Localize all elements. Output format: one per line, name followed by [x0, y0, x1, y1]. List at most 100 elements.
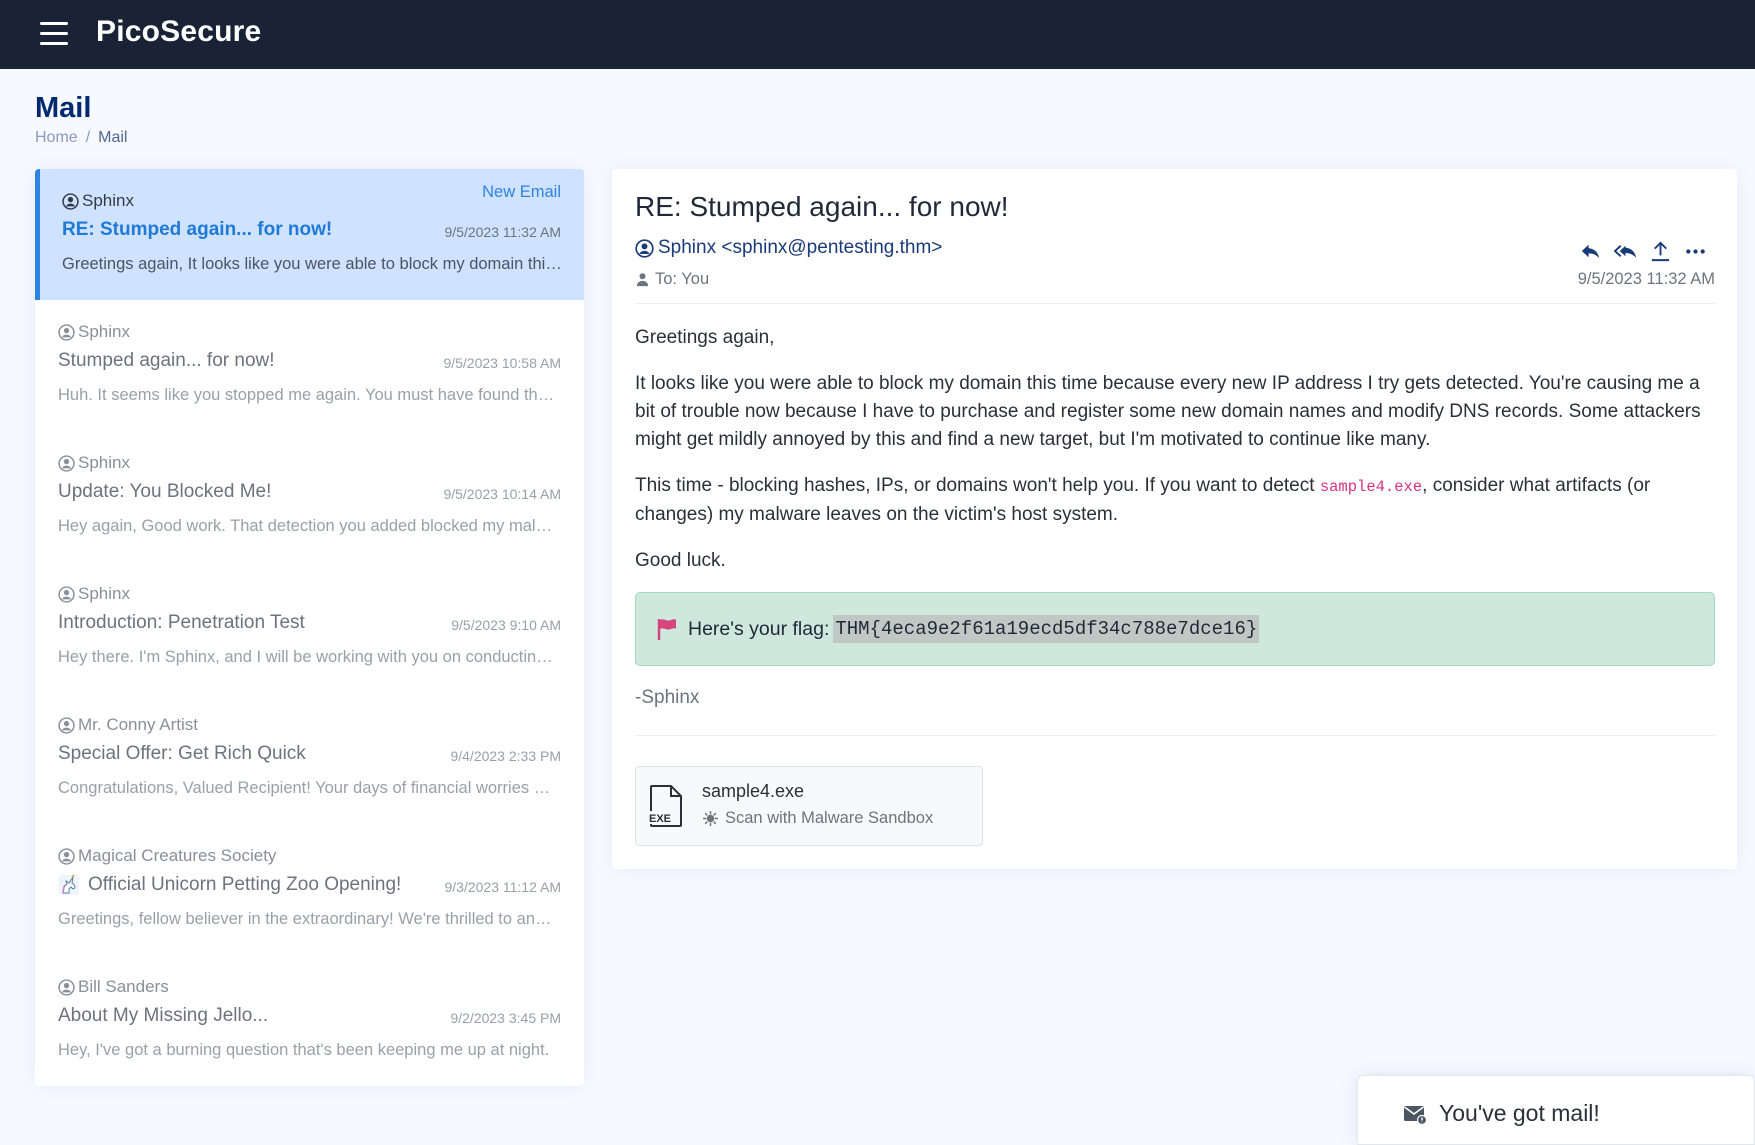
- email-subject-text: Official Unicorn Petting Zoo Opening!: [88, 874, 402, 895]
- email-sender: Sphinx: [58, 322, 130, 342]
- divider: [635, 735, 1715, 736]
- email-sender: Mr. Conny Artist: [58, 715, 198, 735]
- email-sender-name: Mr. Conny Artist: [78, 715, 198, 734]
- user-circle-icon: [58, 323, 75, 341]
- scan-sandbox-label: Scan with Malware Sandbox: [725, 809, 934, 827]
- message-text: This time - blocking hashes, IPs, or dom…: [635, 475, 1320, 496]
- email-preview: Greetings again, It looks like you were …: [62, 255, 562, 273]
- user-circle-icon: [58, 585, 75, 603]
- email-sender-name: Bill Sanders: [78, 977, 169, 996]
- email-date: 9/5/2023 10:58 AM: [443, 355, 561, 371]
- email-sender: Sphinx: [58, 453, 130, 473]
- email-date: 9/5/2023 10:14 AM: [443, 486, 561, 502]
- inline-code: sample4.exe: [1319, 478, 1423, 496]
- email-date: 9/4/2023 2:33 PM: [450, 748, 561, 764]
- attachment-card[interactable]: EXE sample4.exe Scan with Malware Sandbo…: [635, 766, 983, 846]
- user-circle-icon: [58, 847, 75, 865]
- forward-icon[interactable]: [1649, 240, 1672, 263]
- email-detail: RE: Stumped again... for now! Sphinx <sp…: [612, 169, 1737, 869]
- email-date: 9/3/2023 11:12 AM: [444, 879, 562, 895]
- top-navbar: PicoSecure: [0, 0, 1755, 69]
- email-list-item[interactable]: Sphinx Update: You Blocked Me! 9/5/2023 …: [35, 431, 584, 562]
- page-title: Mail: [35, 92, 92, 124]
- email-date: 9/5/2023 11:32 AM: [444, 224, 562, 240]
- virus-icon: [703, 811, 718, 826]
- message-closing: Good luck.: [635, 550, 726, 571]
- message-from: Sphinx <sphinx@pentesting.thm>: [635, 237, 942, 259]
- message-to: To: You: [635, 270, 709, 289]
- flag-icon: [657, 619, 676, 640]
- message-signature: -Sphinx: [635, 687, 700, 708]
- breadcrumb-home[interactable]: Home: [35, 129, 78, 146]
- email-sender-name: Sphinx: [82, 191, 134, 210]
- email-sender: Sphinx: [58, 584, 130, 604]
- email-sender-name: Sphinx: [78, 453, 130, 472]
- email-preview: Greetings, fellow believer in the extrao…: [58, 910, 558, 928]
- email-sender-name: Magical Creatures Society: [78, 846, 277, 865]
- person-icon: [636, 273, 649, 287]
- user-circle-icon: [58, 716, 75, 734]
- email-sender-name: Sphinx: [78, 584, 130, 603]
- user-circle-icon: [635, 238, 654, 258]
- email-list-item[interactable]: Bill Sanders About My Missing Jello... 9…: [35, 955, 584, 1086]
- email-list-item[interactable]: New Email Sphinx RE: Stumped again... fo…: [35, 169, 584, 300]
- email-subject: RE: Stumped again... for now!: [62, 219, 333, 240]
- breadcrumb-separator: /: [85, 129, 91, 146]
- email-date: 9/5/2023 9:10 AM: [451, 617, 561, 633]
- email-list-item[interactable]: Magical Creatures Society Official Unico…: [35, 824, 584, 955]
- breadcrumb: Home / Mail: [35, 129, 127, 147]
- user-circle-icon: [58, 454, 75, 472]
- email-list-item[interactable]: Sphinx Introduction: Penetration Test 9/…: [35, 562, 584, 693]
- toast-header: You've got mail!: [1403, 1100, 1600, 1127]
- new-mail-toast[interactable]: You've got mail!: [1357, 1075, 1755, 1145]
- email-sender: Sphinx: [62, 191, 134, 211]
- email-preview: Hey, I've got a burning question that's …: [58, 1041, 550, 1059]
- email-preview: Hey again, Good work. That detection you…: [58, 517, 558, 535]
- breadcrumb-current: Mail: [98, 129, 128, 146]
- message-date: 9/5/2023 11:32 AM: [1577, 270, 1715, 288]
- email-subject: Official Unicorn Petting Zoo Opening!: [58, 874, 401, 896]
- scan-sandbox-link[interactable]: Scan with Malware Sandbox: [702, 809, 933, 828]
- toast-title: You've got mail!: [1439, 1100, 1600, 1126]
- email-preview: Congratulations, Valued Recipient! Your …: [58, 779, 558, 797]
- message-body: Greetings again, It looks like you were …: [635, 324, 1715, 593]
- mail-notification-icon: [1404, 1105, 1427, 1125]
- message-paragraph: It looks like you were able to block my …: [635, 373, 1701, 450]
- email-date: 9/2/2023 3:45 PM: [450, 1010, 561, 1026]
- divider: [635, 303, 1715, 304]
- attachment-name[interactable]: sample4.exe: [702, 781, 804, 802]
- email-subject: Stumped again... for now!: [58, 350, 275, 371]
- reply-icon[interactable]: [1579, 240, 1602, 263]
- email-list-item[interactable]: Mr. Conny Artist Special Offer: Get Rich…: [35, 693, 584, 824]
- file-type-label: EXE: [649, 813, 671, 825]
- message-subject: RE: Stumped again... for now!: [635, 191, 1009, 222]
- message-from-text: Sphinx <sphinx@pentesting.thm>: [658, 237, 943, 258]
- message-actions: [1579, 240, 1707, 263]
- email-subject: Update: You Blocked Me!: [58, 481, 272, 502]
- exe-file-icon: EXE: [648, 785, 682, 827]
- brand-logo[interactable]: PicoSecure: [96, 15, 261, 49]
- flag-alert: Here's your flag: THM{4eca9e2f61a19ecd5d…: [635, 592, 1715, 666]
- email-sender: Bill Sanders: [58, 977, 169, 997]
- email-preview: Huh. It seems like you stopped me again.…: [58, 386, 558, 404]
- message-to-text: To: You: [655, 270, 710, 288]
- inbox-list: New Email Sphinx RE: Stumped again... fo…: [35, 169, 584, 1086]
- user-circle-icon: [62, 192, 79, 210]
- flag-label: Here's your flag:: [688, 617, 830, 640]
- email-sender: Magical Creatures Society: [58, 846, 276, 866]
- menu-toggle-icon[interactable]: [40, 22, 68, 46]
- email-subject: About My Missing Jello...: [58, 1005, 269, 1026]
- email-list-item[interactable]: Sphinx Stumped again... for now! 9/5/202…: [35, 300, 584, 431]
- email-subject: Special Offer: Get Rich Quick: [58, 743, 306, 764]
- more-icon[interactable]: [1684, 240, 1707, 263]
- email-preview: Hey there. I'm Sphinx, and I will be wor…: [58, 648, 558, 666]
- user-circle-icon: [58, 978, 75, 996]
- email-subject: Introduction: Penetration Test: [58, 612, 305, 633]
- email-sender-name: Sphinx: [78, 322, 130, 341]
- reply-all-icon[interactable]: [1614, 240, 1637, 263]
- unicorn-icon: [59, 874, 79, 895]
- new-email-button[interactable]: New Email: [482, 183, 561, 202]
- message-greeting: Greetings again,: [635, 327, 775, 348]
- flag-value[interactable]: THM{4eca9e2f61a19ecd5df34c788e7dce16}: [833, 615, 1260, 643]
- message-paragraph: This time - blocking hashes, IPs, or dom…: [635, 472, 1715, 529]
